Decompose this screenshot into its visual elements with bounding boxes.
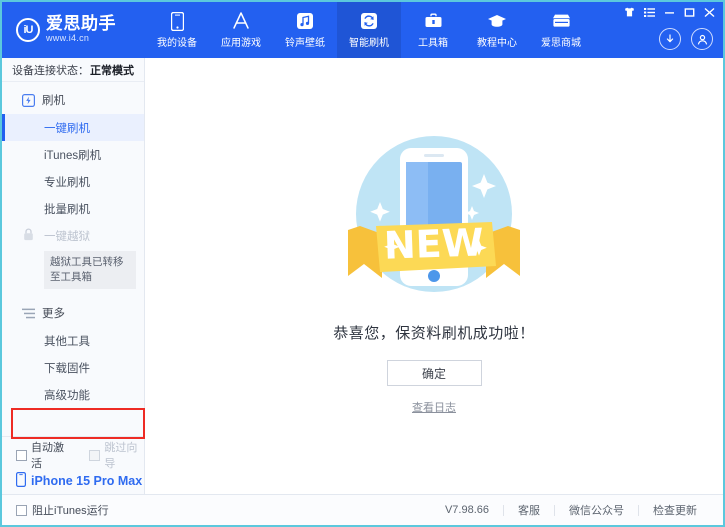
sidebar-item-itunes-flash[interactable]: iTunes刷机 bbox=[2, 141, 144, 168]
sidebar-item-download-firmware[interactable]: 下载固件 bbox=[2, 354, 144, 381]
confirm-button[interactable]: 确定 bbox=[386, 360, 482, 386]
sidebar-item-other-tools[interactable]: 其他工具 bbox=[2, 327, 144, 354]
skip-wizard-checkbox bbox=[89, 449, 101, 461]
application-window: iU 爱思助手 www.i4.cn 我的设备 应用游戏 铃声壁纸 智能刷机 工具… bbox=[0, 0, 725, 527]
user-account-icon[interactable] bbox=[691, 28, 713, 50]
sidebar-item-label: 其他工具 bbox=[44, 335, 90, 348]
status-bar: 阻止iTunes运行 V7.98.66 客服 微信公众号 检查更新 bbox=[2, 494, 723, 525]
skin-icon[interactable] bbox=[619, 4, 639, 20]
check-update-link[interactable]: 检查更新 bbox=[639, 502, 711, 518]
sidebar-item-label: 一键刷机 bbox=[44, 122, 90, 135]
lock-icon bbox=[23, 227, 34, 244]
connection-status-value: 正常模式 bbox=[90, 64, 134, 77]
phone-icon bbox=[16, 472, 27, 490]
window-controls bbox=[619, 4, 719, 20]
block-itunes-checkbox[interactable] bbox=[16, 504, 27, 516]
download-icon[interactable] bbox=[659, 28, 681, 50]
svg-text:NEW: NEW bbox=[383, 220, 484, 267]
sidebar-item-one-key-jailbreak: 一键越狱 bbox=[2, 222, 144, 249]
app-header: iU 爱思助手 www.i4.cn 我的设备 应用游戏 铃声壁纸 智能刷机 工具… bbox=[2, 2, 723, 58]
close-icon[interactable] bbox=[699, 4, 719, 20]
block-itunes-option[interactable]: 阻止iTunes运行 bbox=[16, 502, 109, 518]
sidebar-item-batch-flash[interactable]: 批量刷机 bbox=[2, 195, 144, 222]
sidebar-item-label: 一键越狱 bbox=[44, 230, 90, 243]
tab-label: 智能刷机 bbox=[349, 38, 389, 49]
logo-mark-icon: iU bbox=[16, 18, 40, 42]
sidebar-item-label: 高级功能 bbox=[44, 389, 90, 402]
graduation-cap-icon bbox=[487, 11, 507, 31]
menu-icon[interactable] bbox=[639, 4, 659, 20]
sidebar-section-more: 更多 bbox=[2, 299, 144, 327]
appstore-icon bbox=[231, 11, 251, 31]
customer-service-link[interactable]: 客服 bbox=[504, 502, 554, 518]
tab-label: 教程中心 bbox=[477, 38, 517, 49]
auto-activate-checkbox[interactable] bbox=[16, 449, 27, 461]
status-bar-links: V7.98.66 客服 微信公众号 检查更新 bbox=[431, 502, 711, 518]
tab-label: 铃声壁纸 bbox=[285, 38, 325, 49]
main-content: NEW 恭喜您，保资料刷机成功啦！ 确定 查看日志 bbox=[145, 58, 723, 494]
tab-smart-flash[interactable]: 智能刷机 bbox=[337, 2, 401, 58]
success-message: 恭喜您，保资料刷机成功啦！ bbox=[333, 325, 535, 342]
device-name-label: iPhone 15 Pro Max bbox=[31, 474, 143, 488]
tab-label: 我的设备 bbox=[157, 38, 197, 49]
version-label: V7.98.66 bbox=[444, 504, 489, 516]
block-itunes-label: 阻止iTunes运行 bbox=[32, 505, 109, 517]
connection-status-label: 设备连接状态： bbox=[12, 64, 89, 77]
auto-activate-label: 自动激活 bbox=[31, 442, 64, 470]
toolbox-icon bbox=[424, 11, 443, 31]
tab-apps-games[interactable]: 应用游戏 bbox=[209, 2, 273, 58]
sidebar-divider bbox=[2, 436, 144, 437]
app-logo[interactable]: iU 爱思助手 www.i4.cn bbox=[2, 2, 145, 58]
jailbreak-tooltip: 越狱工具已转移至工具箱 bbox=[44, 251, 136, 289]
tab-ringtones-wallpapers[interactable]: 铃声壁纸 bbox=[273, 2, 337, 58]
sidebar: 设备连接状态： 正常模式 刷机 一键刷机 iTunes刷机 专业刷机 批量刷机 一… bbox=[2, 58, 145, 525]
main-navigation: 我的设备 应用游戏 铃声壁纸 智能刷机 工具箱 教程中心 爱思商城 bbox=[145, 2, 593, 58]
sidebar-item-label: 批量刷机 bbox=[44, 203, 90, 216]
tab-label: 爱思商城 bbox=[541, 38, 581, 49]
refresh-icon bbox=[360, 11, 378, 31]
tab-toolbox[interactable]: 工具箱 bbox=[401, 2, 465, 58]
phone-icon bbox=[170, 11, 184, 31]
sidebar-options-row: 自动激活 跳过向导 bbox=[2, 442, 144, 470]
more-list-icon bbox=[22, 307, 35, 320]
tab-store[interactable]: 爱思商城 bbox=[529, 2, 593, 58]
device-name-row: iPhone 15 Pro Max bbox=[16, 472, 144, 490]
flash-icon bbox=[22, 93, 35, 107]
minimize-icon[interactable] bbox=[659, 4, 679, 20]
new-phone-badge-illustration: NEW bbox=[334, 126, 534, 308]
sidebar-section-flash: 刷机 bbox=[2, 86, 144, 114]
sidebar-item-advanced-features[interactable]: 高级功能 bbox=[2, 381, 144, 408]
connection-status: 设备连接状态： 正常模式 bbox=[2, 58, 144, 82]
header-account-area bbox=[659, 28, 713, 50]
view-log-link[interactable]: 查看日志 bbox=[412, 399, 456, 415]
tab-tutorial-center[interactable]: 教程中心 bbox=[465, 2, 529, 58]
section-label: 刷机 bbox=[42, 95, 65, 107]
store-icon bbox=[551, 11, 572, 31]
music-icon bbox=[296, 11, 314, 31]
section-label: 更多 bbox=[42, 308, 65, 320]
tab-my-device[interactable]: 我的设备 bbox=[145, 2, 209, 58]
sidebar-item-one-key-flash[interactable]: 一键刷机 bbox=[2, 114, 144, 141]
sidebar-item-label: iTunes刷机 bbox=[44, 149, 102, 162]
logo-title: 爱思助手 bbox=[46, 14, 116, 35]
sidebar-item-label: 下载固件 bbox=[44, 362, 90, 375]
tab-label: 应用游戏 bbox=[221, 38, 261, 49]
skip-wizard-label: 跳过向导 bbox=[104, 442, 138, 470]
maximize-icon[interactable] bbox=[679, 4, 699, 20]
sidebar-item-pro-flash[interactable]: 专业刷机 bbox=[2, 168, 144, 195]
wechat-official-link[interactable]: 微信公众号 bbox=[555, 502, 638, 518]
tab-label: 工具箱 bbox=[418, 38, 448, 49]
logo-subtitle: www.i4.cn bbox=[46, 33, 90, 44]
sidebar-item-label: 专业刷机 bbox=[44, 176, 90, 189]
